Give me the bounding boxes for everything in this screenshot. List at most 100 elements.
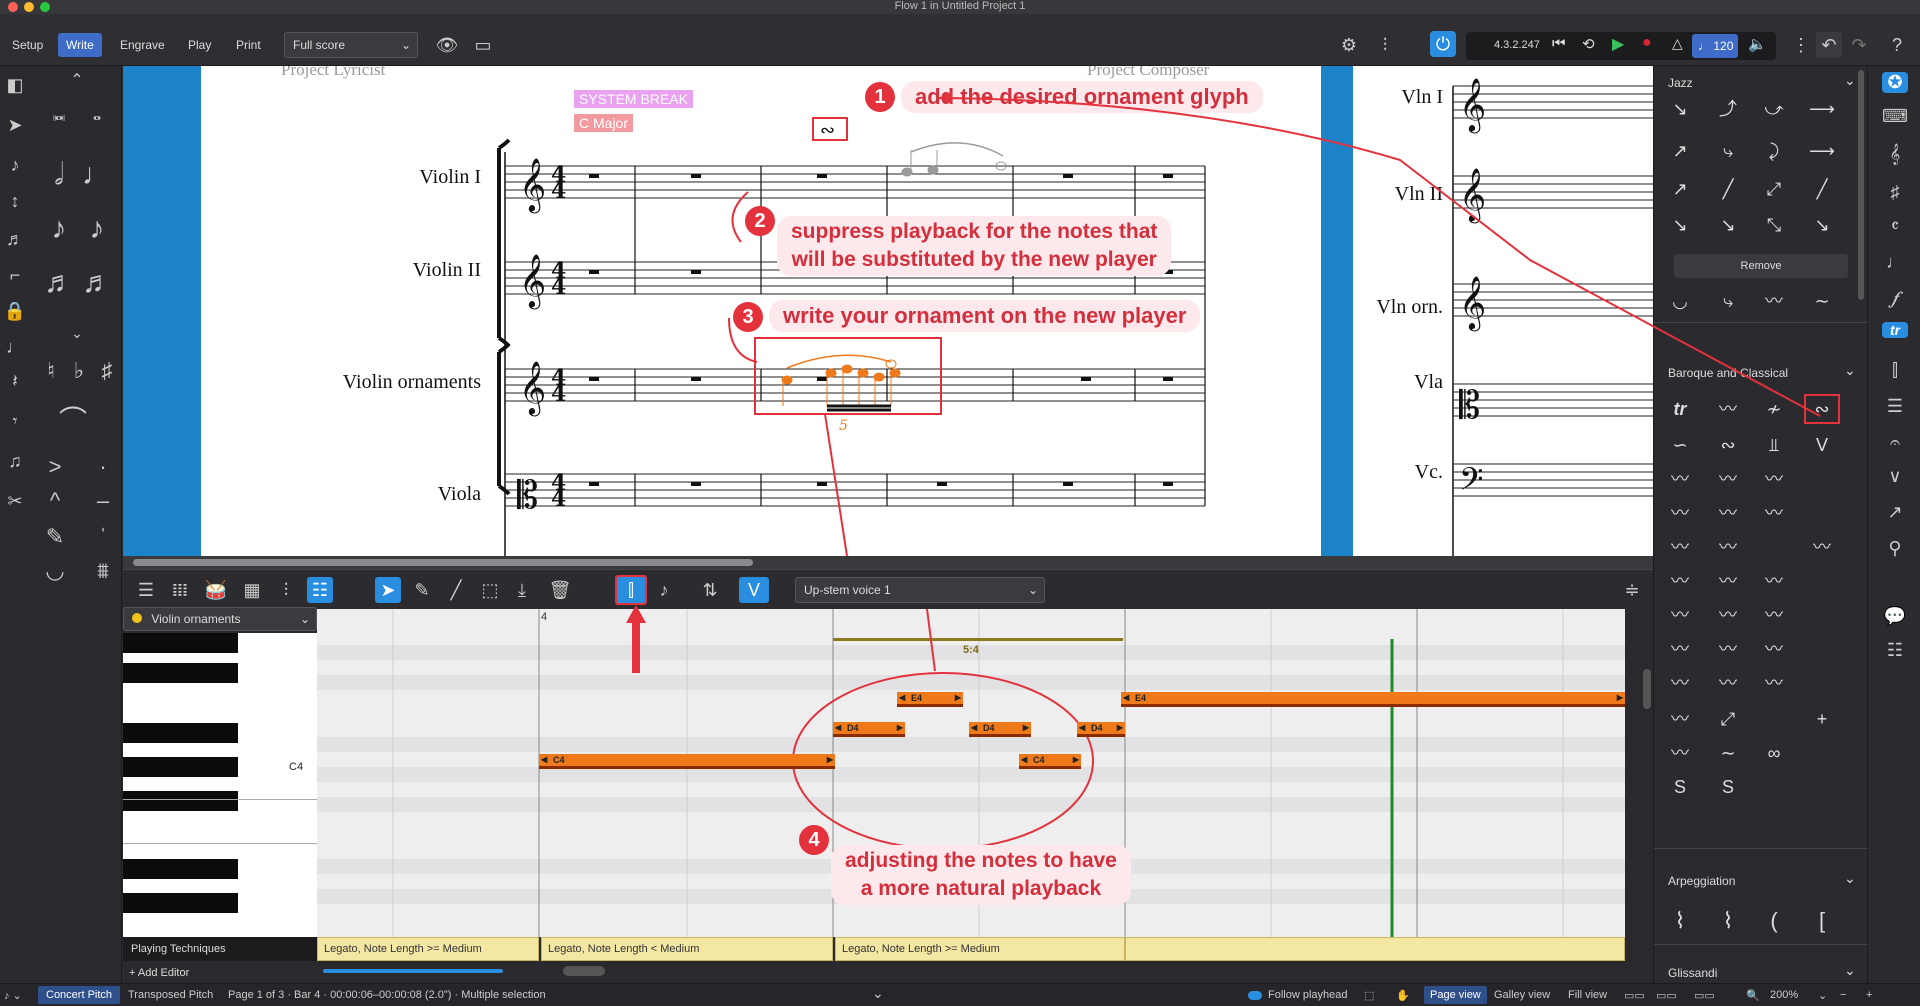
record-icon[interactable]: ● bbox=[1642, 34, 1652, 52]
jazz-rip-icon[interactable]: ⤸ bbox=[1756, 138, 1792, 164]
window-icon[interactable]: ▭ bbox=[470, 32, 496, 58]
more-icon[interactable]: ⋮ bbox=[1788, 32, 1814, 58]
shake-2-icon[interactable]: ∞ bbox=[1756, 740, 1792, 766]
drum-icon[interactable]: 🥁 bbox=[203, 577, 229, 603]
marquee-icon[interactable]: ⬚ bbox=[477, 577, 503, 603]
key-signature-icon[interactable]: ♯ bbox=[1882, 182, 1908, 203]
concert-pitch-button[interactable]: Concert Pitch bbox=[38, 986, 121, 1004]
vee-icon[interactable]: V bbox=[1804, 432, 1840, 458]
trill-slash-icon[interactable]: 〰 bbox=[1662, 706, 1698, 732]
mode-setup[interactable]: Setup bbox=[4, 33, 51, 57]
natural-icon[interactable]: ♮ bbox=[36, 356, 66, 386]
accent-icon[interactable]: > bbox=[40, 452, 70, 482]
snap-icon[interactable]: ⤓ bbox=[509, 577, 535, 603]
eye-icon[interactable]: 👁 bbox=[434, 32, 460, 58]
bars-icon[interactable]: ☰ bbox=[1882, 396, 1908, 417]
jazz-shake-icon[interactable]: ◡ bbox=[1662, 288, 1698, 314]
schleifer-icon[interactable]: 〰 bbox=[1756, 568, 1792, 594]
mode-engrave[interactable]: Engrave bbox=[112, 33, 173, 57]
quarter-note-icon[interactable]: ♩ bbox=[82, 160, 112, 190]
chevron-down-icon[interactable]: ⌄ bbox=[62, 318, 92, 348]
jazz-slide-3-icon[interactable]: ⤢ bbox=[1756, 176, 1792, 202]
page-layout-2-icon[interactable]: ▭▭ bbox=[1694, 989, 1715, 1002]
tuplet-icon[interactable]: ⌐ bbox=[0, 260, 30, 290]
up-prall-icon[interactable]: 〰 bbox=[1710, 500, 1746, 526]
mode-play[interactable]: Play bbox=[180, 33, 219, 57]
arpeggio-up-icon[interactable]: ⌇ bbox=[1662, 908, 1698, 934]
comment-icon[interactable]: 💬 bbox=[1882, 606, 1908, 627]
down-mordent-icon[interactable]: 〰 bbox=[1662, 568, 1698, 594]
tie-icon[interactable]: ♫ bbox=[0, 446, 30, 476]
accent-trill-icon[interactable]: 〰 bbox=[1662, 670, 1698, 696]
voice-select[interactable]: Up-stem voice 1 ⌄ bbox=[795, 577, 1045, 603]
arpeggio-square-icon[interactable]: [ bbox=[1804, 908, 1840, 934]
playing-technique-continuation[interactable] bbox=[1125, 937, 1625, 961]
palette-icon[interactable]: ✪ bbox=[1882, 72, 1908, 93]
trill-slash-2-icon[interactable]: ⤢ bbox=[1710, 706, 1746, 732]
eighth-note-icon[interactable]: ♪ bbox=[44, 214, 74, 244]
jazz-tilde-icon[interactable]: ∼ bbox=[1804, 288, 1840, 314]
mixer-sliders-icon[interactable]: ⫶ bbox=[273, 577, 299, 603]
line-prall-icon[interactable]: 〰 bbox=[1662, 534, 1698, 560]
pitch-arrows-icon[interactable]: ↕ bbox=[0, 186, 30, 216]
fill-view-button[interactable]: Fill view bbox=[1568, 989, 1607, 1001]
hand-tool-icon[interactable]: ✋ bbox=[1396, 989, 1410, 1002]
haydn-icon[interactable]: 〰 bbox=[1662, 602, 1698, 628]
add-editor-button[interactable]: + Add Editor bbox=[123, 963, 317, 983]
trill-icon[interactable]: tr bbox=[1662, 396, 1698, 422]
down-prall-icon[interactable]: 〰 bbox=[1756, 500, 1792, 526]
suppress-playback-button[interactable]: ⫿ bbox=[615, 575, 647, 605]
pen-icon[interactable]: ✎ bbox=[40, 522, 70, 552]
marcato-icon[interactable]: ^ bbox=[40, 486, 70, 516]
galley-view-button[interactable]: Galley view bbox=[1494, 989, 1550, 1001]
whole-note-icon[interactable]: 𝅝 bbox=[82, 98, 112, 128]
grid-icon[interactable]: ▦ bbox=[239, 577, 265, 603]
playing-techniques-icon[interactable]: ∨ bbox=[1882, 466, 1908, 487]
jazz-slide-4-icon[interactable]: ╱ bbox=[1804, 176, 1840, 202]
slide-trill-icon[interactable]: 〰 bbox=[1710, 568, 1746, 594]
mordent-icon[interactable]: 〰 bbox=[1710, 396, 1746, 422]
note-c4[interactable]: C4 bbox=[539, 754, 835, 769]
roll-vertical-scrollbar[interactable] bbox=[1643, 669, 1651, 709]
search-icon[interactable]: 🔍 bbox=[1746, 989, 1760, 1002]
staccatissimo-icon[interactable]: ˈ bbox=[88, 522, 118, 552]
clef-icon[interactable]: 𝄞 bbox=[1882, 144, 1908, 165]
scissors-icon[interactable]: ✂ bbox=[0, 486, 30, 516]
inverted-mordent-icon[interactable]: ≁ bbox=[1756, 396, 1792, 422]
power-icon[interactable]: ⏻ bbox=[1430, 31, 1456, 57]
editor-layout-icon[interactable]: ☷ bbox=[307, 577, 333, 603]
prall-down-icon[interactable]: 〰 bbox=[1756, 466, 1792, 492]
turn-slash-icon[interactable]: ∾ bbox=[1710, 432, 1746, 458]
tremblement-icon[interactable]: 〰 bbox=[1756, 602, 1792, 628]
shake-icon[interactable]: 〰 bbox=[1756, 670, 1792, 696]
zoom-slider[interactable] bbox=[323, 969, 503, 973]
tenuto-icon[interactable]: – bbox=[88, 486, 118, 516]
page-layout-icon[interactable]: ▭▭ bbox=[1656, 989, 1677, 1002]
note-input-icon[interactable]: ♪ ⌄ bbox=[4, 989, 22, 1002]
collapse-icon[interactable]: ≑ bbox=[1619, 577, 1645, 603]
tempo-icon[interactable]: ♩ bbox=[1882, 252, 1908, 273]
staccato-icon[interactable]: · bbox=[88, 452, 118, 482]
chevron-down-icon[interactable]: ⌄ bbox=[1844, 72, 1856, 89]
jazz-slide-2-icon[interactable]: ╱ bbox=[1710, 176, 1746, 202]
piano-keyboard[interactable]: C4 bbox=[123, 633, 317, 937]
mordent-line-icon[interactable]: ⫫ bbox=[1756, 432, 1792, 458]
time-signature-icon[interactable]: 𝄴 bbox=[1882, 216, 1908, 237]
layout-select[interactable]: Full score ⌄ bbox=[284, 32, 418, 58]
slur-icon[interactable]: ⌒ bbox=[58, 406, 88, 436]
doppelt-cadence-icon[interactable]: 〰 bbox=[1756, 636, 1792, 662]
flip-icon[interactable]: ⇅ bbox=[697, 577, 723, 603]
note-d4[interactable]: D4 bbox=[833, 722, 905, 737]
holds-icon[interactable]: 𝄐 bbox=[1882, 432, 1908, 453]
loop-icon[interactable]: ⟲ bbox=[1582, 35, 1595, 53]
zoom-in-icon[interactable]: + bbox=[1866, 989, 1872, 1001]
help-icon[interactable]: ? bbox=[1884, 32, 1910, 58]
section-glissandi[interactable]: Glissandi bbox=[1668, 966, 1717, 980]
jazz-scoop-icon[interactable]: ⤻ bbox=[1756, 96, 1792, 122]
voice-icon[interactable]: V bbox=[739, 577, 769, 603]
speaker-icon[interactable]: 🔈 bbox=[1748, 35, 1767, 53]
cadence-icon[interactable]: 〰 bbox=[1710, 636, 1746, 662]
track-select[interactable]: Violin ornaments ⌄ bbox=[123, 607, 317, 631]
remove-button[interactable]: Remove bbox=[1674, 254, 1848, 278]
long-trill-icon[interactable]: 〰 bbox=[1662, 466, 1698, 492]
